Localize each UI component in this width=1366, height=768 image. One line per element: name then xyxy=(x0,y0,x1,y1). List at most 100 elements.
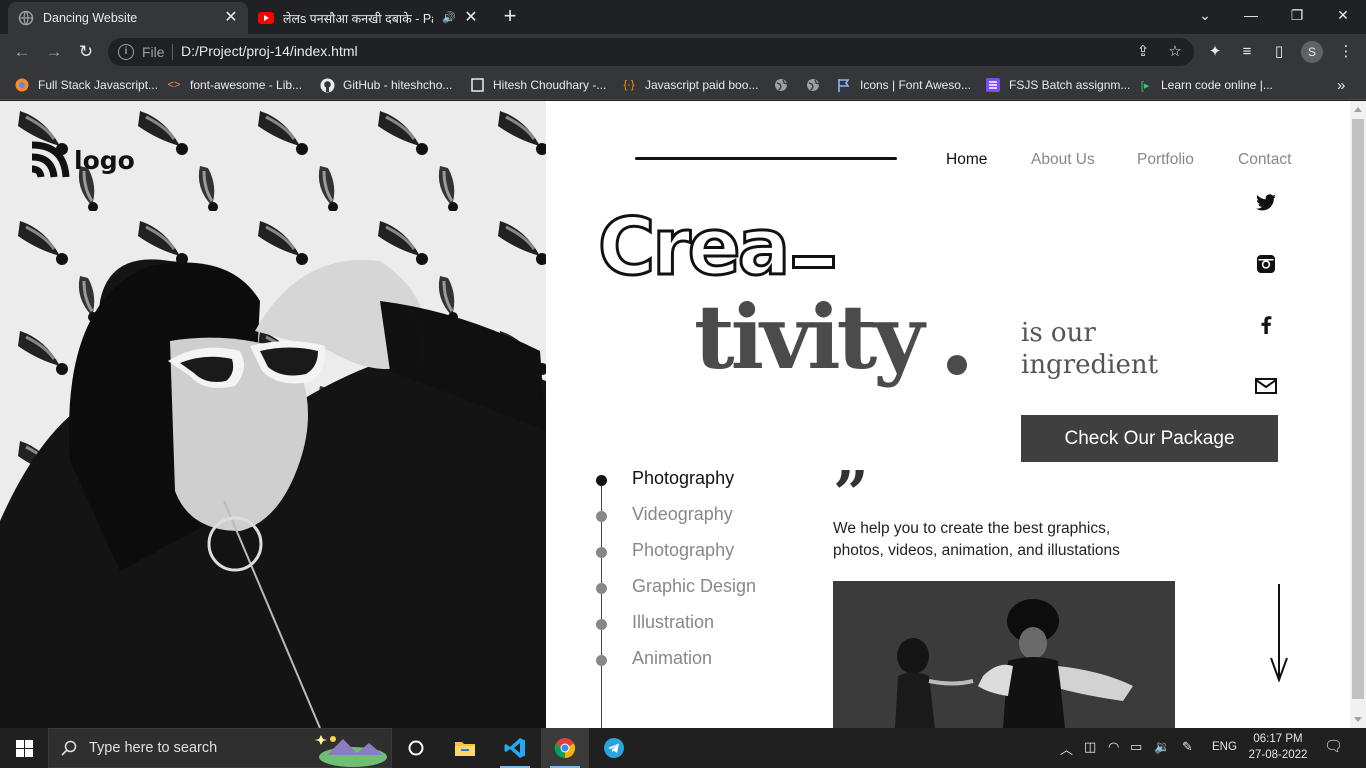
nav-about-us[interactable]: About Us xyxy=(1031,151,1095,169)
info-icon[interactable]: i xyxy=(118,44,134,60)
page-scrollbar[interactable] xyxy=(1350,101,1366,728)
service-description: We help you to create the best graphics,… xyxy=(833,520,1120,559)
profile-avatar[interactable]: S xyxy=(1301,41,1323,63)
taskbar-search-box[interactable]: Type here to search xyxy=(48,728,392,768)
quote-mark: ” xyxy=(833,457,869,530)
pen-icon[interactable]: ✎ xyxy=(1182,739,1193,755)
back-arrow-icon[interactable]: ← xyxy=(10,40,34,64)
bookmark-label: Learn code online |... xyxy=(1161,78,1273,92)
hero-photo: logo xyxy=(0,101,546,728)
check-our-package-button[interactable]: Check Our Package xyxy=(1021,415,1278,462)
minimize-button[interactable]: — xyxy=(1228,0,1274,30)
timeline-dot xyxy=(596,511,607,522)
bookmarks-overflow-button[interactable]: » xyxy=(1337,76,1345,94)
site-logo[interactable]: logo xyxy=(30,141,135,179)
bookmark-item[interactable]: {·} Javascript paid boo... xyxy=(621,76,758,94)
menu-kebab-icon[interactable]: ⋮ xyxy=(1336,42,1356,62)
globe-icon xyxy=(773,77,789,93)
service-videography[interactable]: Videography xyxy=(632,504,733,525)
bookmarks-bar: Full Stack Javascript... <> font-awesome… xyxy=(0,70,1366,100)
play-icon: [▸ xyxy=(1140,79,1150,92)
mail-icon[interactable] xyxy=(1255,375,1277,397)
nav-home[interactable]: Home xyxy=(946,151,987,169)
bookmark-item[interactable]: Icons | Font Aweso... xyxy=(836,76,971,94)
service-graphic-design[interactable]: Graphic Design xyxy=(632,576,756,597)
facebook-icon[interactable] xyxy=(1255,314,1277,336)
bookmark-label: font-awesome - Lib... xyxy=(190,78,303,92)
nav-portfolio[interactable]: Portfolio xyxy=(1137,151,1194,169)
bookmark-item[interactable]: Full Stack Javascript... xyxy=(14,76,158,94)
scrollbar-thumb[interactable] xyxy=(1352,119,1364,699)
divider xyxy=(172,44,173,60)
clock-date: 27-08-2022 xyxy=(1248,749,1308,761)
url-scheme: File xyxy=(142,44,165,60)
bookmark-star-icon[interactable]: ☆ xyxy=(1166,43,1184,61)
browser-toolbar: ← → ↻ i File D:/Project/proj-14/index.ht… xyxy=(0,34,1366,70)
globe-icon xyxy=(805,77,821,93)
nav-contact[interactable]: Contact xyxy=(1238,151,1291,169)
tab-title: लेलs पनसौआ कनखी दबाके - Pa xyxy=(283,11,433,26)
wifi-icon[interactable]: ◠ xyxy=(1108,739,1119,755)
extensions-icon[interactable]: ✦ xyxy=(1205,42,1225,62)
telegram-icon[interactable] xyxy=(590,728,638,768)
forward-arrow-icon[interactable]: → xyxy=(42,40,66,64)
bookmark-label: Icons | Font Aweso... xyxy=(860,78,971,92)
tray-chevron-up-icon[interactable]: ︿ xyxy=(1060,739,1073,758)
code-icon: <> xyxy=(167,79,181,91)
bookmark-item[interactable]: <> font-awesome - Lib... xyxy=(166,76,303,94)
bookmark-item[interactable]: GitHub - hiteshcho... xyxy=(319,76,452,94)
system-clock[interactable]: 06:17 PM 27-08-2022 xyxy=(1246,731,1310,763)
battery-icon[interactable]: ▭ xyxy=(1130,739,1142,755)
windows-start-icon[interactable] xyxy=(0,728,48,768)
timeline-dot xyxy=(596,547,607,558)
scroll-down-arrow-icon[interactable] xyxy=(1269,584,1289,682)
tab-youtube-song[interactable]: लेलs पनसौआ कनखी दबाके - Pa 🔊 ✕ xyxy=(248,2,488,34)
orange-circle-icon xyxy=(14,77,30,93)
search-icon xyxy=(49,740,89,756)
bookmark-item[interactable]: FSJS Batch assignm... xyxy=(985,76,1130,94)
bookmark-label: Full Stack Javascript... xyxy=(38,78,159,92)
language-indicator[interactable]: ENG xyxy=(1212,741,1237,753)
close-tab-icon[interactable]: ✕ xyxy=(222,9,240,27)
cortana-icon[interactable] xyxy=(392,728,440,768)
twitter-icon[interactable] xyxy=(1255,192,1277,214)
bookmark-item[interactable] xyxy=(805,76,829,94)
file-explorer-icon[interactable] xyxy=(441,728,489,768)
service-photography-2[interactable]: Photography xyxy=(632,540,734,561)
timeline-dot xyxy=(596,475,607,486)
bookmark-item[interactable]: [▸ Learn code online |... xyxy=(1137,76,1273,94)
scroll-down-small-arrow-icon[interactable] xyxy=(1354,717,1362,722)
tab-search-icon[interactable]: ⌄ xyxy=(1182,0,1228,30)
side-panel-icon[interactable]: ▯ xyxy=(1269,42,1289,62)
bookmark-item[interactable] xyxy=(773,76,797,94)
volume-icon[interactable]: 🔉 xyxy=(1154,739,1170,755)
scroll-up-arrow-icon[interactable] xyxy=(1354,107,1362,112)
hero-period-dot xyxy=(947,355,967,375)
restore-button[interactable]: ❐ xyxy=(1274,0,1320,30)
address-bar[interactable]: i File D:/Project/proj-14/index.html ⇪ ☆ xyxy=(108,38,1194,66)
service-photography[interactable]: Photography xyxy=(632,468,734,489)
logo-text: logo xyxy=(74,145,135,175)
webpage: logo Home About Us Portfolio Contact Cre… xyxy=(0,101,1350,728)
search-placeholder: Type here to search xyxy=(89,740,218,756)
hero-headline-crea: Crea xyxy=(596,203,791,293)
instagram-icon[interactable] xyxy=(1255,253,1277,275)
tab-dancing-website[interactable]: Dancing Website ✕ xyxy=(8,2,248,34)
share-icon[interactable]: ⇪ xyxy=(1134,43,1152,61)
url-text[interactable]: D:/Project/proj-14/index.html xyxy=(181,43,358,59)
media-control-icon[interactable]: ≡ xyxy=(1237,42,1257,62)
reload-icon[interactable]: ↻ xyxy=(74,40,98,64)
new-tab-button[interactable]: + xyxy=(498,4,522,28)
browser-tab-strip: Dancing Website ✕ लेलs पनसौआ कनखी दबाके … xyxy=(0,0,1366,34)
close-tab-icon[interactable]: ✕ xyxy=(462,9,480,27)
bookmark-item[interactable]: Hitesh Choudhary -... xyxy=(469,76,606,94)
chrome-icon[interactable] xyxy=(541,728,589,768)
hero-dash xyxy=(792,255,835,269)
service-illustration[interactable]: Illustration xyxy=(632,612,714,633)
vscode-icon[interactable] xyxy=(491,728,539,768)
tray-device-icon[interactable]: ◫ xyxy=(1084,739,1096,755)
speaker-icon[interactable]: 🔊 xyxy=(442,11,456,24)
notification-icon[interactable]: 🗨 xyxy=(1324,737,1343,755)
close-window-button[interactable]: ✕ xyxy=(1320,0,1366,30)
service-animation[interactable]: Animation xyxy=(632,648,712,669)
